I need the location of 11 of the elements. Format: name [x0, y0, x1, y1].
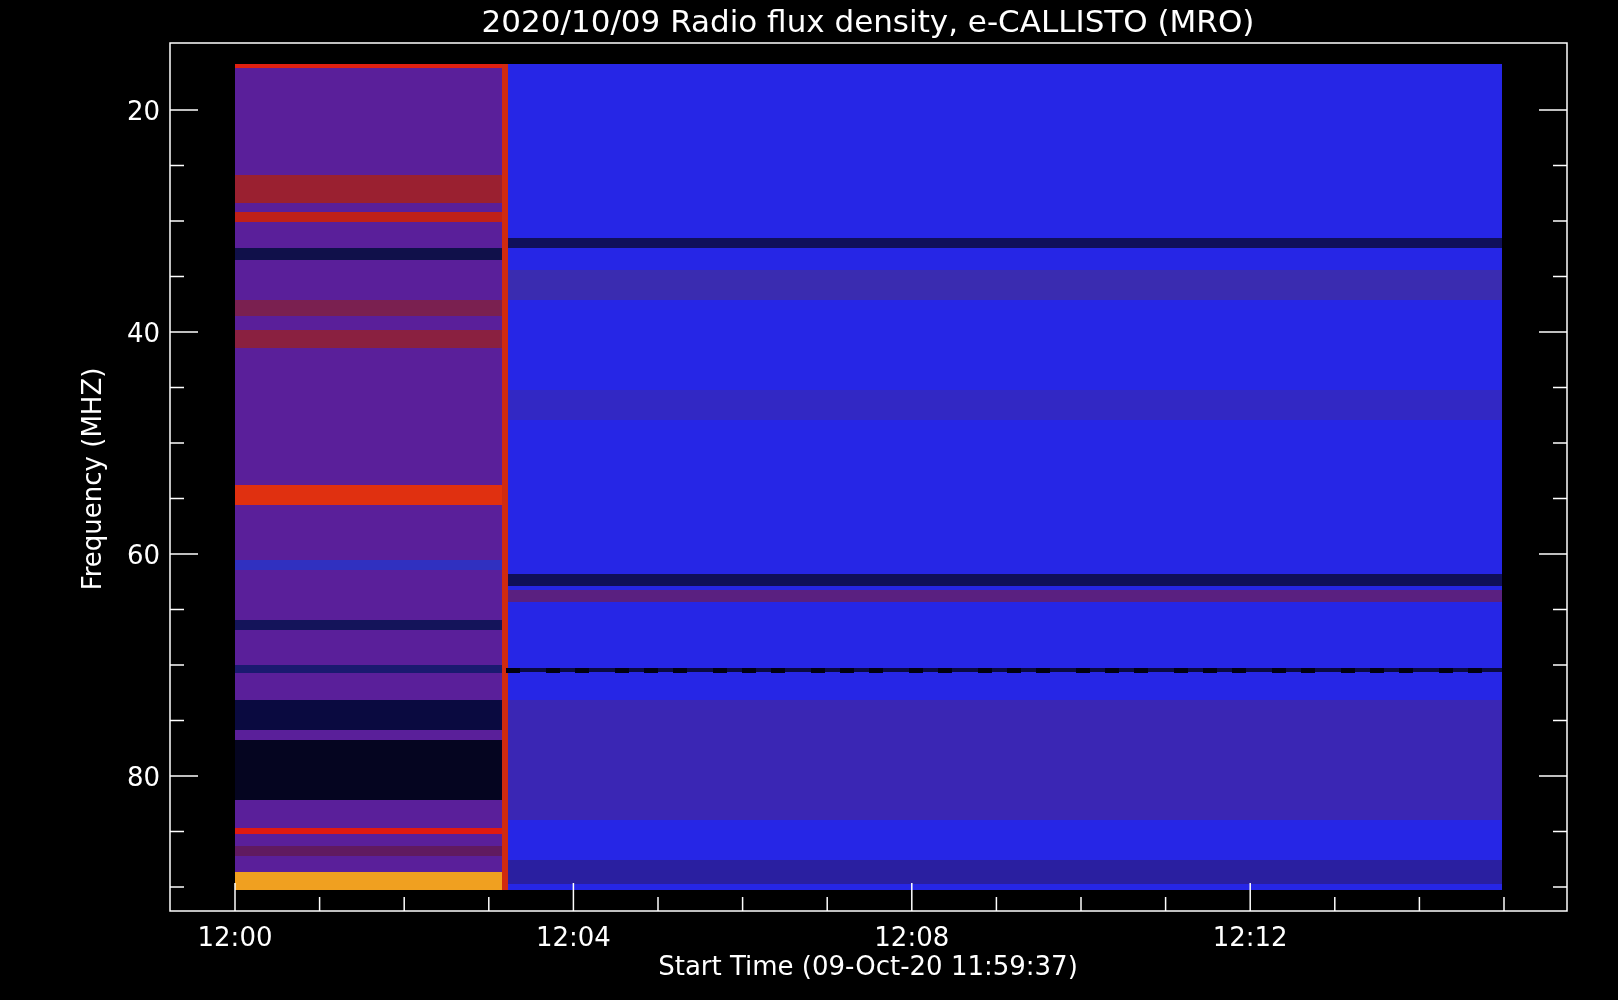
y-axis-label: Frequency (MHZ) — [77, 367, 107, 591]
chart-title: 2020/10/09 Radio flux density, e-CALLISTO (MRO) — [481, 3, 1255, 39]
x-tick-label: 12:04 — [535, 922, 611, 952]
y-tick-label: 60 — [126, 540, 160, 570]
y-tick-label: 80 — [126, 762, 160, 792]
y-tick-label: 40 — [126, 318, 160, 348]
y-tick-label: 20 — [126, 96, 160, 126]
x-tick-label: 12:00 — [197, 922, 273, 952]
x-tick-label: 12:08 — [874, 922, 950, 952]
x-tick-label: 12:12 — [1212, 922, 1288, 952]
x-axis-label: Start Time (09-Oct-20 11:59:37) — [658, 951, 1078, 981]
